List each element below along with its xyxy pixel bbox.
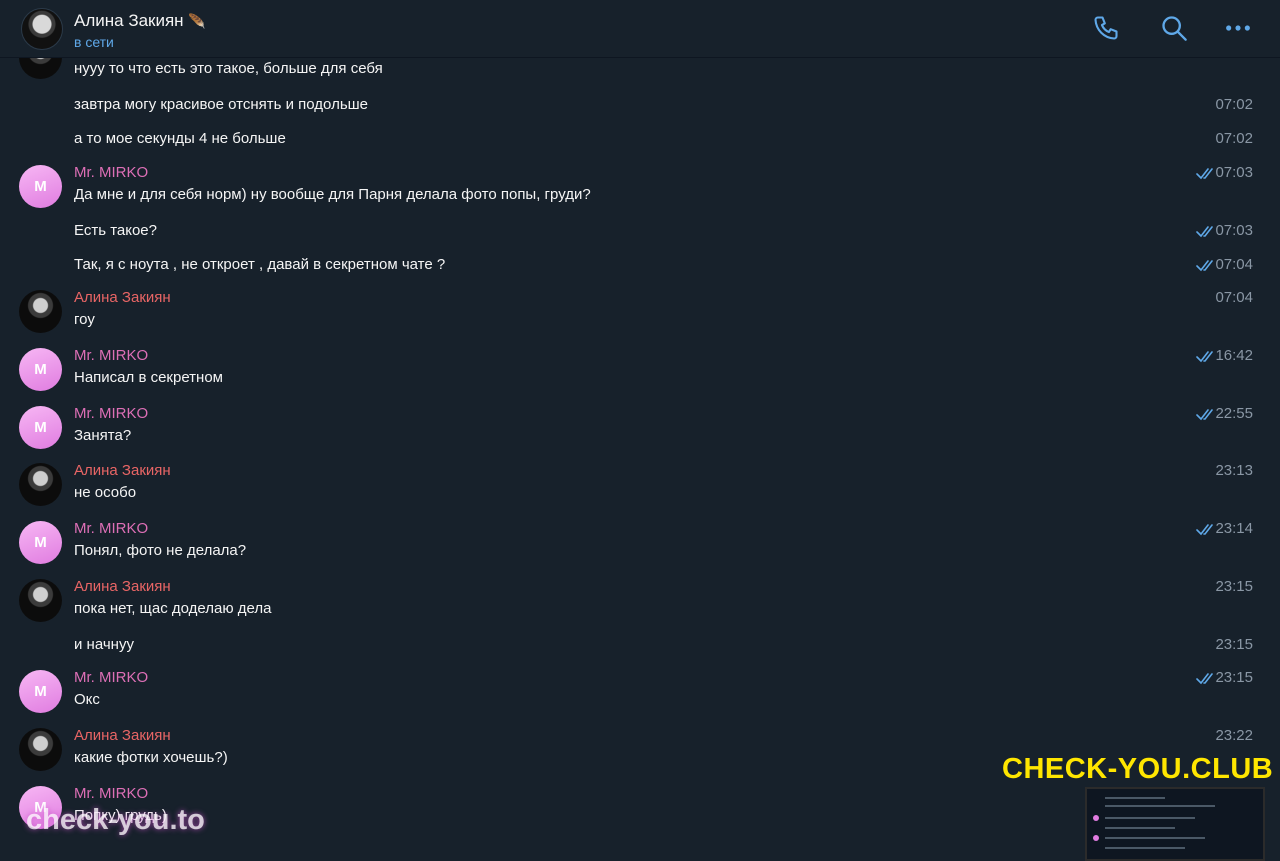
message-row[interactable]: а то мое секунды 4 не больше 07:02: [0, 128, 1280, 152]
chat-header: Алина Закиян 🪶 в сети: [0, 0, 1280, 58]
message-row[interactable]: Алина Закиян пока нет, щас доделаю дела 23…: [0, 576, 1280, 622]
message-row[interactable]: нууу то что есть это такое, больше для с…: [0, 58, 1280, 82]
sender-name[interactable]: Mr. MIRKO: [74, 520, 148, 537]
sender-avatar[interactable]: [19, 290, 62, 333]
message-time: 16:42: [1215, 347, 1253, 364]
watermark-main: CHECK-YOU.CLUB: [1002, 753, 1274, 785]
message-time: 07:02: [1215, 130, 1253, 147]
message-time: 23:15: [1215, 578, 1253, 595]
message-time: 22:55: [1215, 405, 1253, 422]
message-time: 23:22: [1215, 727, 1253, 744]
read-checkmarks-icon: [1196, 409, 1216, 421]
contact-name-text: Алина Закиян: [74, 11, 184, 30]
sender-name[interactable]: Mr. MIRKO: [74, 405, 148, 422]
message-text: и начнуу: [74, 636, 134, 653]
watermark-secondary: check-you.to: [26, 804, 205, 836]
message-row[interactable]: M Mr. MIRKO Понял, фото не делала? 23:14: [0, 518, 1280, 564]
thumbnail-preview: [1085, 787, 1265, 861]
contact-name[interactable]: Алина Закиян 🪶: [74, 11, 206, 31]
sender-name[interactable]: Алина Закиян: [74, 462, 171, 479]
message-time: 23:15: [1215, 636, 1253, 653]
read-checkmarks-icon: [1196, 260, 1216, 272]
sender-name[interactable]: Алина Закиян: [74, 578, 171, 595]
message-text: Так, я с ноута , не откроет , давай в се…: [74, 256, 446, 273]
sender-avatar[interactable]: M: [19, 521, 62, 564]
sender-name[interactable]: Алина Закиян: [74, 727, 171, 744]
sender-avatar[interactable]: [19, 58, 62, 79]
read-checkmarks-icon: [1196, 673, 1216, 685]
message-row[interactable]: M Mr. MIRKO Написал в секретном 16:42: [0, 345, 1280, 391]
message-row[interactable]: M Mr. MIRKO Да мне и для себя норм) ну воо…: [0, 162, 1280, 208]
message-row[interactable]: M Mr. MIRKO Занята? 22:55: [0, 403, 1280, 449]
sender-avatar[interactable]: [19, 579, 62, 622]
message-text: какие фотки хочешь?): [74, 749, 228, 766]
sender-name[interactable]: Mr. MIRKO: [74, 164, 148, 181]
message-time: 23:13: [1215, 462, 1253, 479]
message-text: Написал в секретном: [74, 369, 223, 386]
message-row[interactable]: Алина Закиян гоу 07:04: [0, 287, 1280, 333]
message-time: 07:04: [1215, 256, 1253, 273]
message-row[interactable]: M Mr. MIRKO Окс 23:15: [0, 667, 1280, 713]
sender-avatar[interactable]: [19, 463, 62, 506]
sender-name[interactable]: Mr. MIRKO: [74, 785, 148, 802]
message-text: Да мне и для себя норм) ну вообще для Па…: [74, 186, 591, 203]
message-time: 07:02: [1215, 96, 1253, 113]
message-row[interactable]: Есть такое? 07:03: [0, 220, 1280, 244]
phone-icon[interactable]: [1092, 14, 1120, 42]
message-list[interactable]: нууу то что есть это такое, больше для с…: [0, 58, 1280, 861]
message-text: а то мое секунды 4 не больше: [74, 130, 286, 147]
sender-avatar[interactable]: M: [19, 406, 62, 449]
message-time: 07:04: [1215, 289, 1253, 306]
sender-name[interactable]: Алина Закиян: [74, 289, 171, 306]
more-dots-icon[interactable]: [1224, 14, 1252, 42]
message-row[interactable]: завтра могу красивое отснять и подольше 0…: [0, 94, 1280, 118]
sender-avatar[interactable]: M: [19, 670, 62, 713]
contact-avatar[interactable]: [21, 8, 63, 50]
message-text: Занята?: [74, 427, 132, 444]
message-row[interactable]: Алина Закиян не особо 23:13: [0, 460, 1280, 506]
sender-name[interactable]: Mr. MIRKO: [74, 669, 148, 686]
sender-avatar[interactable]: M: [19, 165, 62, 208]
message-text: гоу: [74, 311, 95, 328]
sender-avatar[interactable]: [19, 728, 62, 771]
search-icon[interactable]: [1160, 14, 1188, 42]
message-text: Есть такое?: [74, 222, 157, 239]
message-time: 23:15: [1215, 669, 1253, 686]
contact-name-emoji: 🪶: [188, 13, 206, 29]
sender-name[interactable]: Mr. MIRKO: [74, 347, 148, 364]
message-text: нууу то что есть это такое, больше для с…: [74, 60, 383, 77]
message-time: 07:03: [1215, 222, 1253, 239]
message-text: завтра могу красивое отснять и подольше: [74, 96, 369, 113]
read-checkmarks-icon: [1196, 351, 1216, 363]
message-text: Окс: [74, 691, 100, 708]
message-text: Понял, фото не делала?: [74, 542, 247, 559]
sender-avatar[interactable]: M: [19, 348, 62, 391]
read-checkmarks-icon: [1196, 226, 1216, 238]
read-checkmarks-icon: [1196, 168, 1216, 180]
message-text: не особо: [74, 484, 137, 501]
read-checkmarks-icon: [1196, 524, 1216, 536]
message-text: пока нет, щас доделаю дела: [74, 600, 272, 617]
message-time: 07:03: [1215, 164, 1253, 181]
message-time: 23:14: [1215, 520, 1253, 537]
message-row[interactable]: и начнуу 23:15: [0, 634, 1280, 658]
message-row[interactable]: Так, я с ноута , не откроет , давай в се…: [0, 254, 1280, 278]
contact-status: в сети: [74, 34, 114, 50]
